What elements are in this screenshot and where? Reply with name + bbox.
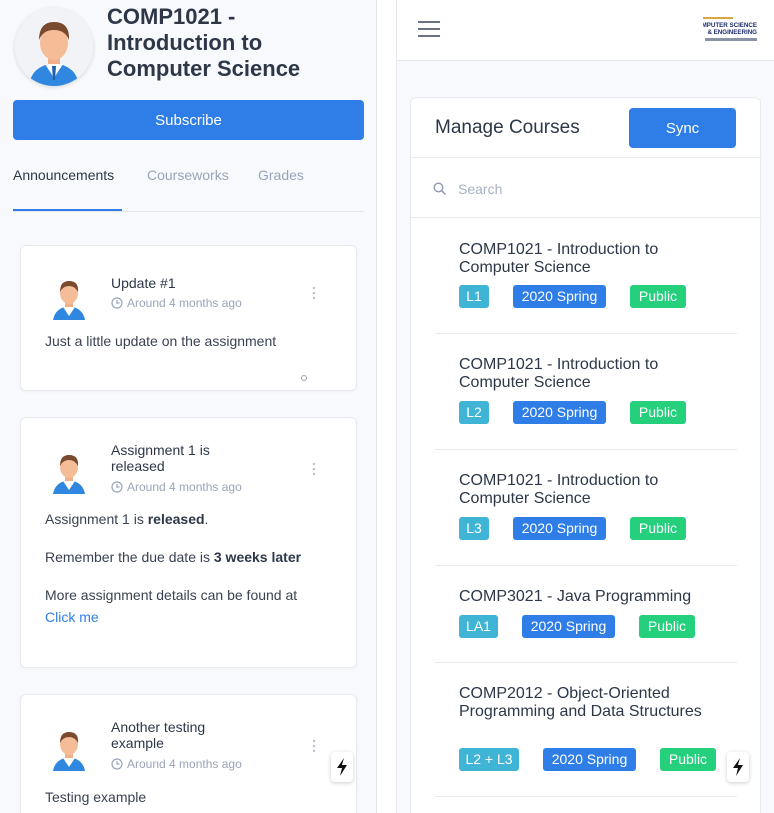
announcement-time: Around 4 months ago — [111, 296, 242, 310]
manage-courses-card: Manage Courses Sync COMP1021 - Introduct… — [410, 97, 762, 813]
lightning-icon[interactable] — [331, 752, 353, 782]
announcement-body: Remember the due date is 3 weeks later — [45, 549, 302, 565]
tab-grades[interactable]: Grades — [258, 167, 304, 183]
visibility-badge: Public — [660, 748, 716, 771]
term-badge: 2020 Spring — [513, 517, 606, 540]
author-avatar — [49, 727, 89, 771]
clock-icon — [111, 481, 123, 493]
divider — [411, 157, 762, 158]
section-badge: L2 — [459, 401, 489, 424]
announcement-title: Assignment 1 is released — [111, 442, 210, 474]
announcement-title: Another testing example — [111, 719, 206, 751]
course-item[interactable]: COMP1021 - Introduction to Computer Scie… — [435, 450, 737, 566]
section-badge: L3 — [459, 517, 489, 540]
announcement-card: Update #1 Around 4 months ago Just a lit… — [20, 245, 357, 391]
announcement-body: Just a little update on the assignment — [45, 333, 277, 349]
panel-title: Manage Courses — [435, 117, 580, 138]
term-badge: 2020 Spring — [513, 285, 606, 308]
course-tabs: Announcements Courseworks Grades — [13, 160, 364, 212]
announcement-body: More assignment details can be found at … — [45, 587, 298, 625]
announcement-time: Around 4 months ago — [111, 757, 242, 771]
clock-icon — [111, 297, 123, 309]
click-me-link[interactable]: Click me — [45, 609, 99, 625]
announcement-time: Around 4 months ago — [111, 480, 242, 494]
subscribe-button[interactable]: Subscribe — [13, 100, 364, 140]
active-tab-indicator — [13, 209, 122, 211]
course-header: COMP1021 - Introduction to Computer Scie… — [0, 0, 376, 100]
tab-announcements[interactable]: Announcements — [13, 167, 114, 183]
course-name: COMP2012 - Object-Oriented Programming a… — [459, 685, 702, 720]
search-input[interactable] — [458, 181, 718, 197]
clock-icon — [111, 758, 123, 770]
visibility-badge: Public — [639, 615, 695, 638]
course-item[interactable]: COMP1021 - Introduction to Computer Scie… — [435, 218, 737, 334]
section-badge: L1 — [459, 285, 489, 308]
hamburger-menu-icon[interactable] — [418, 20, 440, 38]
more-options-icon[interactable] — [311, 286, 317, 300]
sync-button[interactable]: Sync — [629, 108, 736, 148]
announcement-title: Update #1 — [111, 275, 176, 291]
course-name: COMP1021 - Introduction to Computer Scie… — [459, 241, 659, 276]
svg-text:& ENGINEERING: & ENGINEERING — [707, 29, 757, 36]
search-bar — [433, 178, 733, 200]
author-avatar — [49, 276, 89, 320]
announcement-body: Testing example — [45, 789, 147, 805]
term-badge: 2020 Spring — [522, 615, 615, 638]
course-title: COMP1021 - Introduction to Computer Scie… — [107, 4, 301, 81]
visibility-badge: Public — [630, 401, 686, 424]
tab-courseworks[interactable]: Courseworks — [147, 167, 229, 183]
lightning-icon[interactable] — [727, 752, 749, 782]
visibility-badge: Public — [630, 517, 686, 540]
section-badge: L2 + L3 — [459, 748, 519, 771]
more-options-icon[interactable] — [311, 462, 317, 476]
more-options-icon[interactable] — [311, 739, 317, 753]
course-item[interactable]: COMP1021 - Introduction to Computer Scie… — [435, 334, 737, 450]
instructor-avatar — [15, 8, 93, 86]
term-badge: 2020 Spring — [513, 401, 606, 424]
course-announcements-panel: COMP1021 - Introduction to Computer Scie… — [0, 0, 377, 813]
search-icon — [433, 182, 447, 196]
course-name: COMP1021 - Introduction to Computer Scie… — [459, 472, 659, 507]
term-badge: 2020 Spring — [543, 748, 636, 771]
cse-logo: COMPUTER SCIENCE & ENGINEERING — [692, 16, 758, 44]
author-avatar — [49, 450, 89, 494]
announcement-card: Assignment 1 is released Around 4 months… — [20, 417, 357, 668]
course-item[interactable]: COMP3021 - Java Programming LA1 2020 Spr… — [435, 566, 737, 663]
manage-courses-screen: COMPUTER SCIENCE & ENGINEERING Manage Co… — [396, 0, 774, 813]
top-bar: COMPUTER SCIENCE & ENGINEERING — [397, 0, 774, 61]
section-badge: LA1 — [459, 615, 498, 638]
course-name: COMP1021 - Introduction to Computer Scie… — [459, 356, 659, 391]
course-item[interactable]: COMP2012 - Object-Oriented Programming a… — [435, 663, 737, 797]
announcement-card: Another testing example Around 4 months … — [20, 694, 357, 813]
announcement-body: Assignment 1 is released. — [45, 511, 209, 527]
svg-text:COMPUTER SCIENCE: COMPUTER SCIENCE — [703, 22, 757, 29]
course-name: COMP3021 - Java Programming — [459, 588, 692, 605]
visibility-badge: Public — [630, 285, 686, 308]
status-dot-icon — [301, 375, 307, 381]
